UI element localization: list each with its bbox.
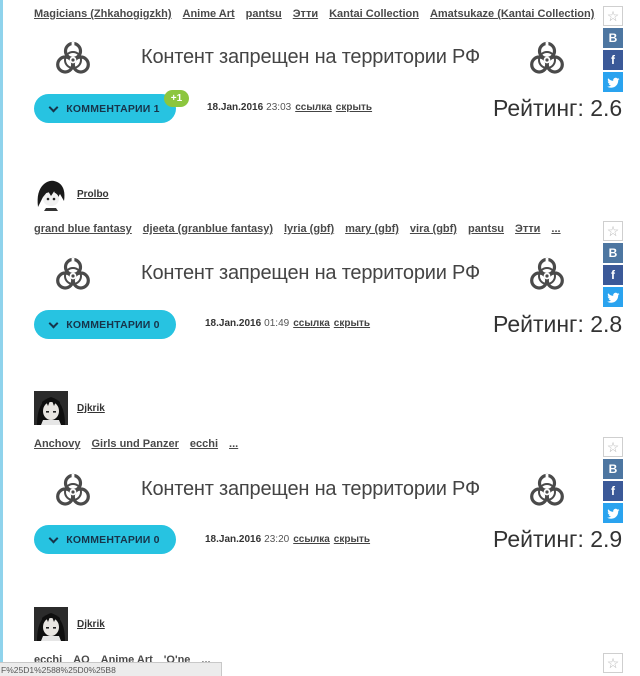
vk-share-button[interactable]: B (603, 243, 623, 263)
favorite-star-icon[interactable]: ☆ (603, 437, 623, 457)
tag[interactable]: pantsu (468, 223, 504, 235)
comments-button[interactable]: КОММЕНТАРИИ 0 (34, 525, 176, 554)
tag-more[interactable]: ... (229, 438, 238, 450)
biohazard-icon (53, 472, 93, 512)
tag[interactable]: Anime Art (183, 8, 235, 20)
tag[interactable]: Amatsukaze (Kantai Collection) (430, 8, 594, 20)
hide-post-link[interactable]: скрыть (336, 102, 372, 113)
avatar[interactable] (34, 177, 68, 211)
hide-post-link[interactable]: скрыть (334, 318, 370, 329)
comments-label: КОММЕНТАРИИ 1 (66, 102, 160, 115)
twitter-share-button[interactable] (603, 503, 623, 523)
tag[interactable]: Girls und Panzer (91, 438, 178, 450)
biohazard-icon (527, 256, 567, 296)
tag[interactable]: djeeta (granblue fantasy) (143, 223, 273, 235)
hide-post-link[interactable]: скрыть (334, 534, 370, 545)
blocked-content-text: Контент запрещен на территории РФ (141, 262, 480, 284)
facebook-share-button[interactable]: f (603, 265, 623, 285)
tag[interactable]: Этти (515, 223, 540, 235)
share-panel: ☆ B f (603, 437, 623, 525)
tag[interactable]: ecchi (190, 438, 218, 450)
twitter-bird-icon (606, 508, 619, 519)
tag[interactable]: grand blue fantasy (34, 223, 132, 235)
facebook-share-button[interactable]: f (603, 481, 623, 501)
post-date: 18.Jan.2016 (205, 534, 262, 545)
blocked-content-text: Контент запрещен на территории РФ (141, 478, 480, 500)
page-left-border (0, 0, 3, 676)
chevron-down-icon (48, 318, 59, 328)
permalink-link[interactable]: ссылка (293, 534, 330, 545)
post-time: 23:20 (264, 534, 290, 545)
tag[interactable]: Этти (293, 8, 318, 20)
comments-button[interactable]: КОММЕНТАРИИ 1 (34, 94, 176, 123)
comments-label: КОММЕНТАРИИ 0 (66, 318, 160, 331)
twitter-share-button[interactable] (603, 287, 623, 307)
tag[interactable]: Anchovy (34, 438, 80, 450)
post-meta: 18.Jan.2016 23:20 ссылка скрыть (205, 534, 370, 545)
biohazard-icon (527, 472, 567, 512)
new-comments-badge: +1 (164, 90, 189, 107)
tag[interactable]: pantsu (246, 8, 282, 20)
post-rating: Рейтинг: 2.9 (493, 526, 623, 552)
vk-share-button[interactable]: B (603, 459, 623, 479)
author-name[interactable]: Prolbo (77, 189, 109, 200)
twitter-share-button[interactable] (603, 72, 623, 92)
post-tags: Magicians (Zhkahogigzkh) Anime Art pantsu Э… (34, 8, 626, 20)
post-author: Prolbo (34, 177, 109, 211)
biohazard-icon (53, 40, 93, 80)
share-panel: ☆ B f (603, 221, 623, 309)
favorite-star-icon[interactable]: ☆ (603, 221, 623, 241)
post-author: Djkrik (34, 391, 105, 425)
tag[interactable]: mary (gbf) (345, 223, 399, 235)
post-meta: 18.Jan.2016 01:49 ссылка скрыть (205, 318, 370, 329)
avatar[interactable] (34, 607, 68, 641)
share-panel: ☆ B f (603, 6, 623, 94)
post-rating: Рейтинг: 2.8 (493, 311, 623, 337)
post-time: 01:49 (264, 318, 290, 329)
author-name[interactable]: Djkrik (77, 619, 105, 630)
tag[interactable]: Magicians (Zhkahogigzkh) (34, 8, 172, 20)
favorite-star-icon[interactable]: ☆ (603, 653, 623, 673)
post-author: Djkrik (34, 607, 105, 641)
tag[interactable]: lyria (gbf) (284, 223, 334, 235)
blocked-content-banner: Контент запрещен на территории РФ (50, 40, 570, 84)
blocked-content-text: Контент запрещен на территории РФ (141, 46, 480, 68)
tag[interactable]: Kantai Collection (329, 8, 419, 20)
chevron-down-icon (48, 102, 59, 112)
post-tags: Anchovy Girls und Panzer ecchi... (34, 438, 249, 450)
post-date: 18.Jan.2016 (205, 318, 262, 329)
twitter-bird-icon (606, 77, 619, 88)
comments-button[interactable]: КОММЕНТАРИИ 0 (34, 310, 176, 339)
permalink-link[interactable]: ссылка (293, 318, 330, 329)
biohazard-icon (527, 40, 567, 80)
tag-more[interactable]: ... (551, 223, 560, 235)
biohazard-icon (53, 256, 93, 296)
browser-status-bar: F%25D1%2588%25D0%25B8 (0, 662, 222, 676)
facebook-share-button[interactable]: f (603, 50, 623, 70)
share-panel: ☆ (603, 653, 623, 675)
permalink-link[interactable]: ссылка (295, 102, 332, 113)
comments-label: КОММЕНТАРИИ 0 (66, 533, 160, 546)
tag[interactable]: vira (gbf) (410, 223, 457, 235)
post-meta: 18.Jan.2016 23:03 ссылка скрыть (207, 102, 372, 113)
post-date: 18.Jan.2016 (207, 102, 264, 113)
author-name[interactable]: Djkrik (77, 403, 105, 414)
avatar[interactable] (34, 391, 68, 425)
blocked-content-banner: Контент запрещен на территории РФ (50, 472, 570, 516)
favorite-star-icon[interactable]: ☆ (603, 6, 623, 26)
post-time: 23:03 (266, 102, 292, 113)
vk-share-button[interactable]: B (603, 28, 623, 48)
blocked-content-banner: Контент запрещен на территории РФ (50, 256, 570, 300)
twitter-bird-icon (606, 292, 619, 303)
post-rating: Рейтинг: 2.6 (493, 95, 623, 121)
post-tags: grand blue fantasy djeeta (granblue fanta… (34, 223, 572, 235)
chevron-down-icon (48, 533, 59, 543)
